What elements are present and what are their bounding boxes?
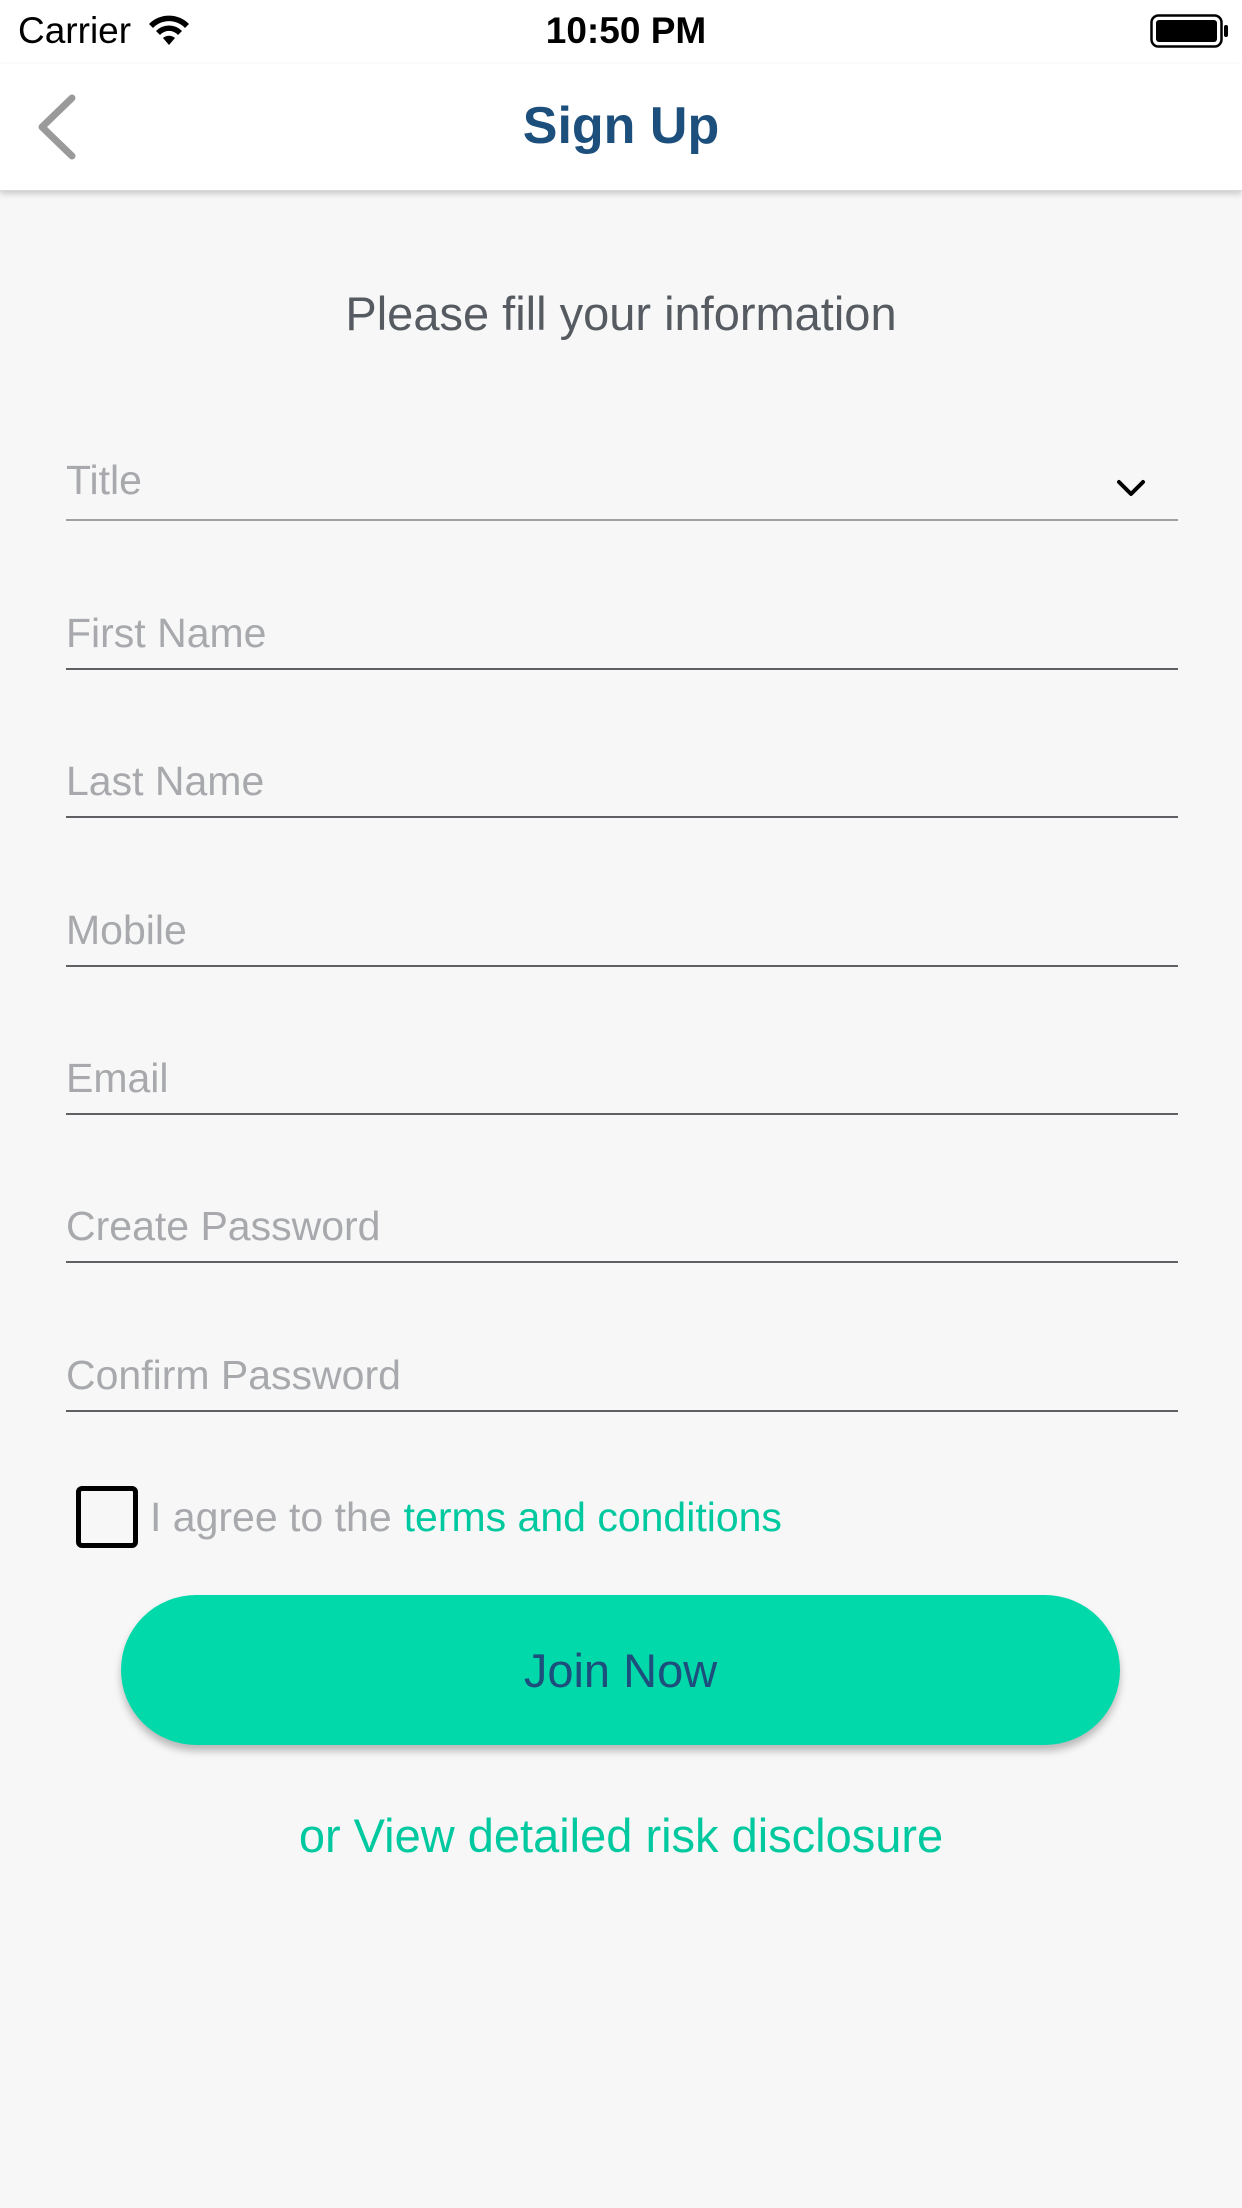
confirm-password-underline bbox=[66, 1410, 1178, 1412]
terms-link[interactable]: terms and conditions bbox=[404, 1494, 782, 1541]
first-name-field-wrapper bbox=[66, 600, 1178, 670]
create-password-underline bbox=[66, 1261, 1178, 1263]
title-select[interactable]: Title bbox=[66, 451, 1178, 521]
title-select-underline bbox=[66, 519, 1178, 521]
create-password-field[interactable] bbox=[66, 1193, 1178, 1259]
create-password-field-wrapper bbox=[66, 1193, 1178, 1263]
risk-disclosure-link[interactable]: or View detailed risk disclosure bbox=[0, 1808, 1242, 1863]
terms-prefix: I agree to the bbox=[150, 1493, 392, 1540]
join-now-button[interactable]: Join Now bbox=[121, 1595, 1120, 1745]
page-title: Sign Up bbox=[522, 97, 720, 155]
status-bar: Carrier 10:50 PM bbox=[0, 0, 1242, 64]
terms-checkbox[interactable] bbox=[76, 1486, 138, 1548]
form-subtitle: Please fill your information bbox=[345, 287, 897, 340]
battery-icon bbox=[1150, 14, 1228, 48]
mobile-field-wrapper bbox=[66, 897, 1178, 967]
title-select-placeholder: Title bbox=[66, 457, 142, 503]
first-name-field[interactable] bbox=[66, 600, 1178, 666]
last-name-field-wrapper bbox=[66, 748, 1178, 818]
first-name-underline bbox=[66, 668, 1178, 670]
email-field[interactable] bbox=[66, 1045, 1178, 1111]
mobile-underline bbox=[66, 965, 1178, 967]
chevron-left-icon bbox=[38, 94, 76, 160]
status-time: 10:50 PM bbox=[545, 10, 707, 51]
last-name-field[interactable] bbox=[66, 748, 1178, 814]
confirm-password-field[interactable] bbox=[66, 1342, 1178, 1408]
chevron-down-icon bbox=[1117, 480, 1145, 496]
email-field-wrapper bbox=[66, 1045, 1178, 1115]
mobile-field[interactable] bbox=[66, 897, 1178, 963]
nav-bar: Sign Up bbox=[0, 64, 1242, 191]
terms-row: I agree to the terms and conditions bbox=[76, 1482, 782, 1552]
email-underline bbox=[66, 1113, 1178, 1115]
confirm-password-field-wrapper bbox=[66, 1342, 1178, 1412]
back-button[interactable] bbox=[26, 88, 86, 166]
last-name-underline bbox=[66, 816, 1178, 818]
